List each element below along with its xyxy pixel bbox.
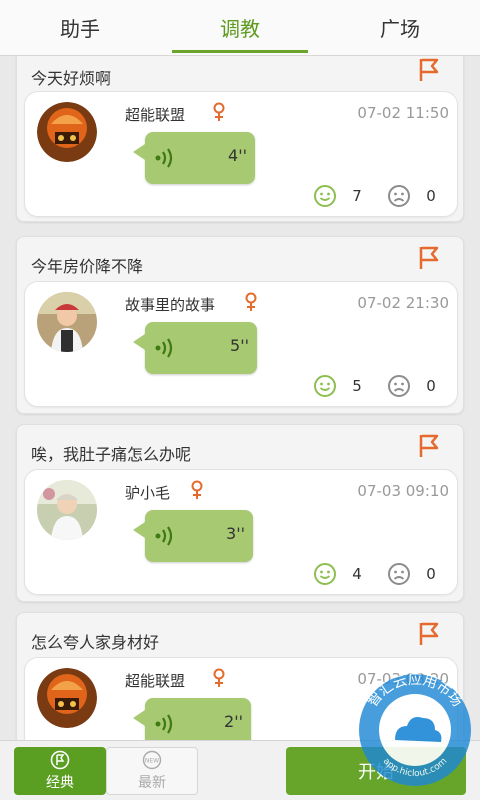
voice-duration: 2''	[224, 712, 243, 731]
username[interactable]: 驴小毛	[125, 482, 170, 503]
vote-row: 4 0	[313, 562, 451, 586]
post-time: 07-03 09:10	[357, 482, 449, 500]
post-card[interactable]: 今天好烦啊 超能联盟 07-02 11:50 4'' 7 0	[16, 56, 464, 222]
like-count: 5	[352, 377, 362, 395]
newest-tab-button[interactable]: NEW 最新	[106, 747, 198, 795]
dislike-count: 0	[426, 377, 436, 395]
dislike-count: 0	[426, 565, 436, 583]
avatar[interactable]	[37, 480, 97, 540]
post-body: 故事里的故事 07-02 21:30 5'' 5 0	[24, 281, 458, 407]
report-flag-icon[interactable]	[417, 57, 441, 83]
smile-icon[interactable]	[313, 562, 337, 586]
post-title: 怎么夸人家身材好	[31, 633, 160, 652]
username[interactable]: 故事里的故事	[125, 294, 215, 315]
avatar[interactable]	[37, 668, 97, 728]
username[interactable]: 超能联盟	[125, 104, 185, 125]
frown-icon[interactable]	[387, 562, 411, 586]
post-card[interactable]: 唉，我肚子痛怎么办呢 驴小毛 07-03 09:10 3'' 4 0	[16, 424, 464, 602]
smile-icon[interactable]	[313, 374, 337, 398]
post-feed[interactable]: 今天好烦啊 超能联盟 07-02 11:50 4'' 7 0 今年房价降不降 故…	[0, 56, 480, 740]
post-body: 超能联盟 07-02 11:50 4'' 7 0	[24, 91, 458, 217]
report-flag-icon[interactable]	[417, 621, 441, 647]
person-photo-avatar-icon	[37, 480, 97, 540]
post-title: 今天好烦啊	[31, 69, 112, 88]
post-card[interactable]: 今年房价降不降 故事里的故事 07-02 21:30 5'' 5 0	[16, 236, 464, 414]
avatar[interactable]	[37, 292, 97, 352]
vote-row: 7 0	[313, 184, 451, 208]
classic-label: 经典	[46, 775, 74, 791]
voice-bubble[interactable]: 5''	[133, 322, 257, 374]
top-tab-bar: 助手 调教 广场	[0, 0, 480, 56]
new-badge-icon: NEW	[142, 750, 162, 770]
classic-icon	[50, 750, 70, 770]
female-icon	[213, 668, 225, 687]
post-body: 驴小毛 07-03 09:10 3'' 4 0	[24, 469, 458, 595]
dislike-count: 0	[426, 187, 436, 205]
orange-helmet-avatar-icon	[37, 668, 97, 728]
voice-wave-icon	[155, 526, 173, 546]
voice-duration: 4''	[228, 146, 247, 165]
username[interactable]: 超能联盟	[125, 670, 185, 691]
person-photo-avatar-icon	[37, 292, 97, 352]
voice-wave-icon	[155, 714, 173, 734]
female-icon	[213, 102, 225, 121]
voice-bubble[interactable]: 2''	[133, 698, 251, 740]
watermark-logo: 智汇云应用市场 app.hiclout.com	[359, 671, 471, 786]
post-time: 07-02 11:50	[357, 104, 449, 122]
post-time: 07-02 21:30	[357, 294, 449, 312]
like-count: 4	[352, 565, 362, 583]
voice-bubble[interactable]: 4''	[133, 132, 255, 184]
post-title: 今年房价降不降	[31, 257, 144, 276]
voice-bubble[interactable]: 3''	[133, 510, 253, 562]
post-title: 唉，我肚子痛怎么办呢	[31, 445, 192, 464]
like-count: 7	[352, 187, 362, 205]
report-flag-icon[interactable]	[417, 245, 441, 271]
voice-duration: 3''	[226, 524, 245, 543]
frown-icon[interactable]	[387, 374, 411, 398]
report-flag-icon[interactable]	[417, 433, 441, 459]
voice-wave-icon	[155, 148, 173, 168]
tab-assistant[interactable]: 助手	[0, 0, 160, 55]
new-badge-text: NEW	[145, 758, 159, 765]
newest-label: 最新	[138, 775, 166, 791]
female-icon	[191, 480, 203, 499]
classic-tab-button[interactable]: 经典	[14, 747, 106, 795]
tab-square[interactable]: 广场	[320, 0, 480, 55]
orange-helmet-avatar-icon	[37, 102, 97, 162]
voice-duration: 5''	[230, 336, 249, 355]
vote-row: 5 0	[313, 374, 451, 398]
female-icon	[245, 292, 257, 311]
voice-wave-icon	[155, 338, 173, 358]
tab-training[interactable]: 调教	[160, 0, 320, 55]
smile-icon[interactable]	[313, 184, 337, 208]
frown-icon[interactable]	[387, 184, 411, 208]
avatar[interactable]	[37, 102, 97, 162]
